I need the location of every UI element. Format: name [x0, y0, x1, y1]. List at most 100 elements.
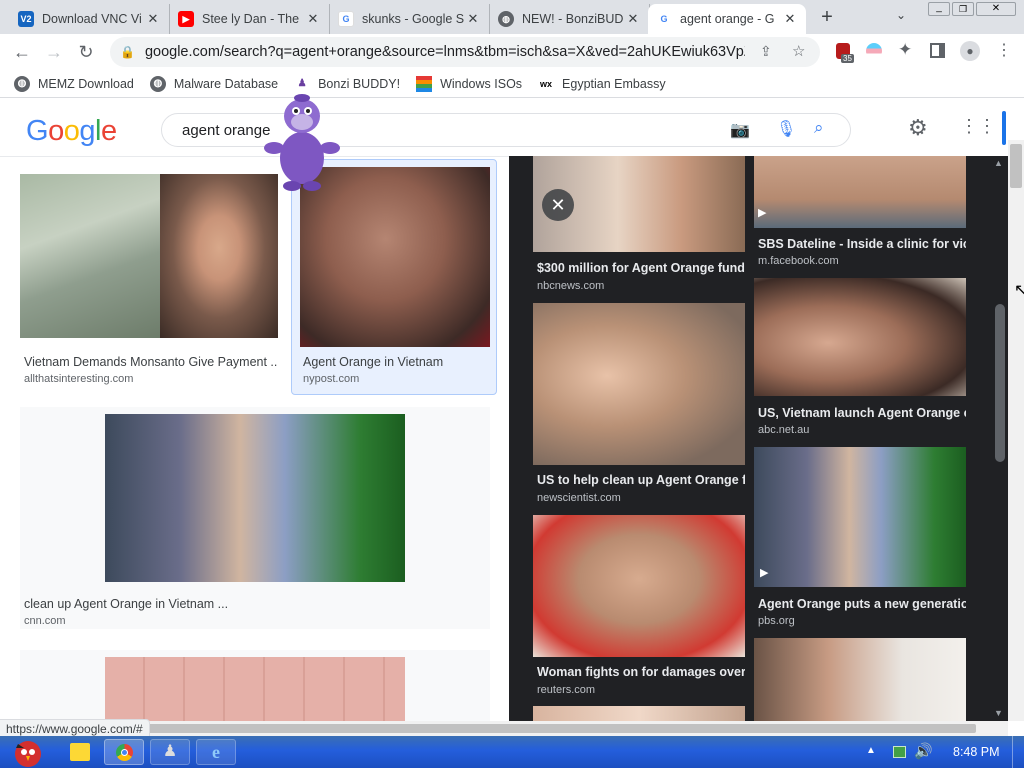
reload-button[interactable]: ↻ — [72, 38, 100, 66]
scroll-up-arrow[interactable]: ▲ — [994, 158, 1003, 168]
tab-skunks[interactable]: G skunks - Google S ✕ — [330, 4, 490, 34]
windows-flag-icon — [416, 75, 433, 92]
related-image[interactable] — [754, 278, 966, 396]
search-icon[interactable]: ⌕ — [814, 118, 824, 138]
profile-avatar[interactable]: ● — [960, 41, 980, 61]
window-controls: _ ❐ ✕ — [928, 2, 1022, 18]
puzzle-icon[interactable]: ✦ — [898, 40, 912, 60]
related-caption[interactable]: Woman fights on for damages over... — [537, 665, 745, 679]
related-image[interactable] — [754, 156, 966, 228]
windows-taskbar: ♟ e ▲ 🔊 8:48 PM — [0, 736, 1024, 768]
related-source: newscientist.com — [537, 492, 621, 504]
volume-icon[interactable]: 🔊 — [914, 742, 933, 760]
address-bar[interactable]: 🔒 google.com/search?q=agent+orange&sourc… — [110, 37, 820, 67]
show-hidden-icons[interactable]: ▲ — [866, 745, 876, 756]
close-preview-button[interactable]: ✕ — [542, 189, 574, 221]
panel-scrollbar[interactable]: ▲ ▼ — [991, 156, 1008, 721]
bookmark-windows-isos[interactable]: Windows ISOs — [416, 75, 522, 92]
youtube-icon: ▶ — [178, 11, 194, 27]
related-caption[interactable]: Agent Orange puts a new generatio... — [758, 597, 966, 611]
tab-title: agent orange - G — [680, 12, 775, 26]
search-input[interactable]: agent orange — [182, 122, 270, 139]
taskbar-chrome[interactable] — [104, 739, 144, 765]
tab-search-icon[interactable]: ⌄ — [896, 8, 906, 22]
related-caption[interactable]: SBS Dateline - Inside a clinic for vic..… — [758, 237, 966, 251]
tab-bonzi[interactable]: ◍ NEW! - BonziBUD ✕ — [490, 4, 650, 34]
minimize-button[interactable]: _ — [928, 2, 950, 16]
restore-button[interactable]: ❐ — [952, 2, 974, 16]
close-window-button[interactable]: ✕ — [976, 2, 1016, 16]
url-text[interactable]: google.com/search?q=agent+orange&source=… — [145, 44, 745, 60]
related-image[interactable] — [533, 515, 745, 657]
start-button[interactable] — [4, 736, 48, 768]
close-icon[interactable]: ✕ — [625, 11, 641, 27]
bookmark-label: MEMZ Download — [38, 76, 134, 91]
close-icon[interactable]: ✕ — [782, 11, 798, 27]
internet-explorer-icon: e — [212, 742, 220, 762]
google-header: Google agent orange 📷 🎙 ⌕ ⚙ ⋮⋮⋮ — [0, 99, 1014, 157]
bookmark-star-icon[interactable]: ☆ — [792, 42, 805, 60]
page-scrollbar[interactable] — [1008, 140, 1024, 721]
result-card[interactable] — [20, 650, 490, 721]
result-source: allthatsinteresting.com — [24, 373, 134, 385]
mouse-cursor: ↖ — [1014, 282, 1024, 299]
related-image[interactable] — [533, 303, 745, 465]
close-icon[interactable]: ✕ — [145, 11, 161, 27]
forward-button[interactable]: → — [40, 38, 68, 66]
share-icon[interactable]: ⇪ — [760, 43, 772, 60]
horizontal-scrollbar[interactable] — [0, 721, 1008, 736]
scrollbar-thumb[interactable] — [1010, 144, 1022, 188]
result-caption[interactable]: Vietnam Demands Monsanto Give Payment ..… — [24, 355, 278, 369]
scrollbar-thumb[interactable] — [995, 304, 1005, 462]
file-explorer-icon[interactable] — [70, 743, 90, 761]
result-image[interactable] — [105, 414, 405, 582]
account-indicator — [1002, 111, 1006, 145]
tab-title: Download VNC Vi — [42, 12, 142, 26]
related-caption[interactable]: US to help clean up Agent Orange fr... — [537, 473, 745, 487]
microphone-icon[interactable]: 🎙 — [776, 119, 796, 139]
result-image[interactable] — [20, 174, 160, 338]
related-image[interactable] — [754, 638, 966, 721]
more-menu-icon[interactable]: ⋮ — [996, 40, 1012, 60]
clock[interactable]: 8:48 PM — [953, 745, 1000, 759]
tab-title: Stee ly Dan - The — [202, 12, 300, 26]
taskbar-bonzi[interactable]: ♟ — [150, 739, 190, 765]
bookmark-egyptian-embassy[interactable]: wx Egyptian Embassy — [538, 76, 666, 92]
close-icon[interactable]: ✕ — [305, 11, 321, 27]
google-icon: G — [656, 11, 672, 27]
browser-toolbar: ← → ↻ 🔒 google.com/search?q=agent+orange… — [0, 34, 1024, 70]
result-card[interactable]: Vietnam Demands Monsanto Give Payment ..… — [20, 174, 278, 388]
taskbar-internet-explorer[interactable]: e — [196, 739, 236, 765]
bookmark-memz[interactable]: ◍ MEMZ Download — [14, 75, 134, 92]
google-logo[interactable]: Google — [26, 115, 117, 148]
related-image[interactable] — [533, 706, 745, 721]
result-card[interactable]: clean up Agent Orange in Vietnam ... cnn… — [20, 407, 490, 629]
tab-youtube[interactable]: ▶ Stee ly Dan - The ✕ — [170, 4, 330, 34]
related-caption[interactable]: US, Vietnam launch Agent Orange c... — [758, 406, 966, 420]
extension-icon[interactable] — [866, 43, 882, 59]
globe-icon: ◍ — [14, 75, 30, 92]
tab-title: NEW! - BonziBUD — [522, 12, 624, 26]
related-caption[interactable]: $300 million for Agent Orange fund — [537, 261, 745, 275]
network-icon[interactable] — [893, 746, 906, 758]
new-tab-button[interactable]: + — [815, 6, 839, 30]
result-source: cnn.com — [24, 615, 66, 627]
tab-agent-orange[interactable]: G agent orange - G ✕ — [648, 4, 806, 34]
globe-icon: ◍ — [149, 75, 166, 92]
settings-gear-icon[interactable]: ⚙ — [908, 115, 928, 141]
result-caption[interactable]: clean up Agent Orange in Vietnam ... — [24, 597, 228, 611]
scrollbar-thumb[interactable] — [16, 724, 976, 733]
tab-vnc[interactable]: V2 Download VNC Vi ✕ — [10, 4, 170, 34]
side-panel-icon[interactable] — [930, 43, 945, 58]
bookmark-malware[interactable]: ◍ Malware Database — [149, 75, 278, 92]
scroll-down-arrow[interactable]: ▼ — [994, 708, 1003, 718]
related-image[interactable] — [754, 447, 966, 587]
close-icon[interactable]: ✕ — [465, 11, 481, 27]
show-desktop-button[interactable] — [1012, 736, 1024, 768]
result-caption[interactable]: Agent Orange in Vietnam — [303, 355, 443, 369]
bonzi-buddy-character[interactable] — [262, 86, 342, 196]
camera-icon[interactable]: 📷 — [730, 120, 750, 140]
result-image[interactable] — [105, 657, 405, 721]
result-image[interactable] — [160, 174, 278, 338]
back-button[interactable]: ← — [8, 38, 36, 66]
